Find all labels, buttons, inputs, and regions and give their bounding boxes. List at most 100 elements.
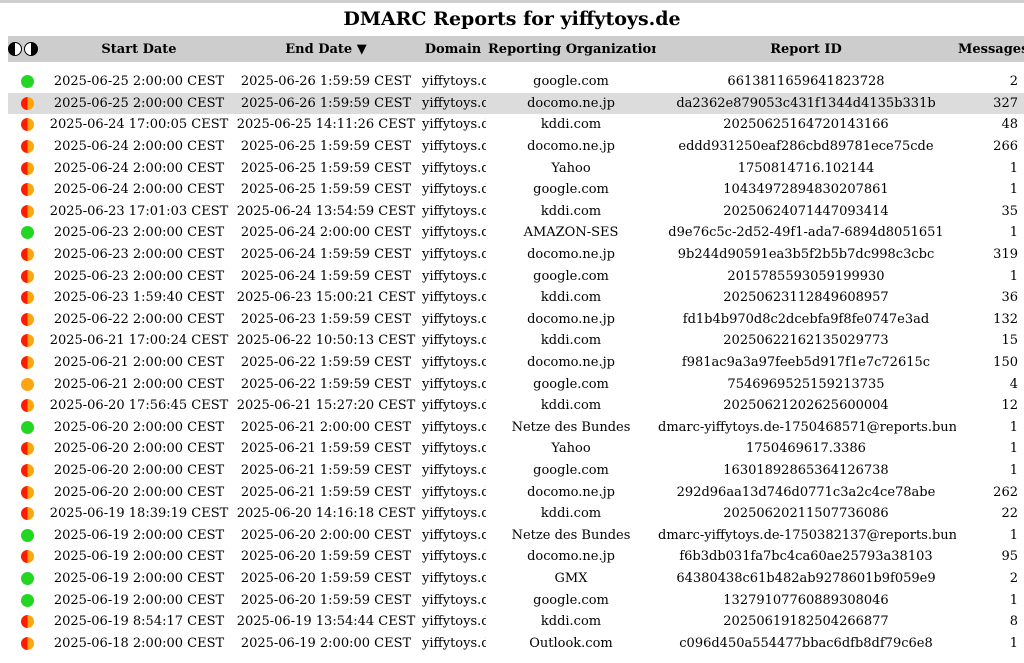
report-id-cell: c096d450a554477bbac6dfb8df79c6e8 <box>679 635 933 651</box>
table-row[interactable]: 2025-06-19 8:54:17 CEST 2025-06-19 13:54:… <box>8 611 1024 633</box>
domain-cell: yiffytoys.de <box>422 311 486 327</box>
reporting-org-cell: Yahoo <box>551 441 591 457</box>
status-cell <box>8 71 46 93</box>
messages-cell: 262 <box>993 484 1018 500</box>
table-row[interactable]: 2025-06-22 2:00:00 CEST 2025-06-23 1:59:5… <box>8 309 1024 331</box>
domain-cell: yiffytoys.de <box>422 614 486 630</box>
report-id-cell: 20250622162135029773 <box>723 333 889 349</box>
table-row[interactable]: 2025-06-20 2:00:00 CEST 2025-06-21 1:59:5… <box>8 438 1024 460</box>
messages-cell: 22 <box>1001 506 1018 522</box>
domain-cell: yiffytoys.de <box>422 247 486 263</box>
reporting-org-cell: google.com <box>533 182 609 198</box>
start-date-cell: 2025-06-18 2:00:00 CEST <box>53 635 225 651</box>
table-row[interactable]: 2025-06-19 2:00:00 CEST 2025-06-20 1:59:5… <box>8 546 1024 568</box>
table-row[interactable]: 2025-06-23 2:00:00 CEST 2025-06-24 2:00:0… <box>8 222 1024 244</box>
table-row[interactable]: 2025-06-23 2:00:00 CEST 2025-06-24 1:59:5… <box>8 244 1024 266</box>
table-row[interactable]: 2025-06-20 2:00:00 CEST 2025-06-21 1:59:5… <box>8 481 1024 503</box>
status-cell <box>8 589 46 611</box>
messages-cell: 15 <box>1001 333 1018 349</box>
start-date-column-header[interactable]: Start Date <box>46 36 232 62</box>
status-dot-icon <box>20 269 34 283</box>
messages-column-header[interactable]: Messages <box>956 36 1024 62</box>
report-id-cell: dmarc-yiffytoys.de-1750382137@reports.bu… <box>658 527 956 543</box>
end-date-cell: 2025-06-26 1:59:59 CEST <box>240 74 412 90</box>
status-dot-icon <box>20 550 34 564</box>
status-dot-icon <box>20 75 34 89</box>
start-date-cell: 2025-06-21 2:00:00 CEST <box>53 355 225 371</box>
table-row[interactable]: 2025-06-24 17:00:05 CEST 2025-06-25 14:11… <box>8 114 1024 136</box>
end-date-cell: 2025-06-19 13:54:44 CEST <box>236 614 416 630</box>
start-date-cell: 2025-06-22 2:00:00 CEST <box>53 311 225 327</box>
table-row[interactable]: 2025-06-24 2:00:00 CEST 2025-06-25 1:59:5… <box>8 179 1024 201</box>
status-dot-icon <box>20 377 34 391</box>
table-row[interactable]: 2025-06-25 2:00:00 CEST 2025-06-26 1:59:5… <box>8 92 1024 115</box>
messages-cell: 1 <box>1009 462 1018 478</box>
status-dot-icon <box>20 636 34 650</box>
status-column-header[interactable] <box>8 36 46 62</box>
start-date-cell: 2025-06-23 2:00:00 CEST <box>53 247 225 263</box>
table-row[interactable]: 2025-06-21 2:00:00 CEST 2025-06-22 1:59:5… <box>8 352 1024 374</box>
messages-cell: 1 <box>1009 225 1018 241</box>
table-row[interactable]: 2025-06-18 2:00:00 CEST 2025-06-19 2:00:0… <box>8 632 1024 654</box>
domain-cell: yiffytoys.de <box>422 462 486 478</box>
report-id-cell: 16301892865364126738 <box>723 462 889 478</box>
reporting-org-cell: docomo.ne.jp <box>527 484 615 500</box>
reporting-org-column-header[interactable]: Reporting Organization <box>486 36 656 62</box>
table-row[interactable]: 2025-06-20 2:00:00 CEST 2025-06-21 1:59:5… <box>8 460 1024 482</box>
domain-cell: yiffytoys.de <box>422 117 486 133</box>
end-date-cell: 2025-06-19 2:00:00 CEST <box>240 635 412 651</box>
report-id-cell: 64380438c61b482ab9278601b9f059e9 <box>676 570 936 586</box>
report-id-cell: 6613811659641823728 <box>727 74 885 90</box>
start-date-cell: 2025-06-24 2:00:00 CEST <box>53 160 225 176</box>
reporting-org-cell: google.com <box>533 268 609 284</box>
end-date-cell: 2025-06-24 13:54:59 CEST <box>236 203 416 219</box>
domain-cell: yiffytoys.de <box>422 484 486 500</box>
domain-column-header[interactable]: Domain <box>420 36 486 62</box>
messages-cell: 1 <box>1009 268 1018 284</box>
table-row[interactable]: 2025-06-23 2:00:00 CEST 2025-06-24 1:59:5… <box>8 265 1024 287</box>
table-row[interactable]: 2025-06-21 2:00:00 CEST 2025-06-22 1:59:5… <box>8 373 1024 395</box>
reports-table: Start Date End Date ▼ Domain Reporting O… <box>8 36 1024 654</box>
report-id-cell: f6b3db031fa7bc4ca60ae25793a38103 <box>679 549 933 565</box>
table-row[interactable]: 2025-06-19 2:00:00 CEST 2025-06-20 1:59:5… <box>8 589 1024 611</box>
report-id-cell: 9b244d90591ea3b5f2b5b7dc998c3cbc <box>677 247 935 263</box>
reporting-org-cell: google.com <box>533 592 609 608</box>
report-id-cell: 292d96aa13d746d0771c3a2c4ce78abe <box>676 484 936 500</box>
status-half-circle-icon <box>8 42 22 56</box>
end-date-cell: 2025-06-23 1:59:59 CEST <box>240 311 412 327</box>
end-date-column-header[interactable]: End Date ▼ <box>232 36 420 62</box>
messages-cell: 132 <box>993 311 1018 327</box>
status-dot-icon <box>20 183 34 197</box>
table-row[interactable]: 2025-06-23 1:59:40 CEST 2025-06-23 15:00:… <box>8 287 1024 309</box>
status-cell <box>8 330 46 352</box>
report-id-column-header[interactable]: Report ID <box>656 36 956 62</box>
start-date-cell: 2025-06-20 2:00:00 CEST <box>53 462 225 478</box>
domain-cell: yiffytoys.de <box>422 592 486 608</box>
domain-cell: yiffytoys.de <box>422 441 486 457</box>
end-date-cell: 2025-06-21 1:59:59 CEST <box>240 462 412 478</box>
end-date-cell: 2025-06-20 1:59:59 CEST <box>240 570 412 586</box>
table-row[interactable]: 2025-06-20 17:56:45 CEST 2025-06-21 15:27… <box>8 395 1024 417</box>
domain-cell: yiffytoys.de <box>422 549 486 565</box>
table-row[interactable]: 2025-06-23 17:01:03 CEST 2025-06-24 13:54… <box>8 201 1024 223</box>
report-id-cell: 20250619182504266877 <box>723 614 889 630</box>
domain-cell: yiffytoys.de <box>422 182 486 198</box>
table-row[interactable]: 2025-06-19 2:00:00 CEST 2025-06-20 1:59:5… <box>8 568 1024 590</box>
domain-cell: yiffytoys.de <box>422 139 486 155</box>
table-row[interactable]: 2025-06-19 2:00:00 CEST 2025-06-20 2:00:0… <box>8 524 1024 546</box>
start-date-cell: 2025-06-24 2:00:00 CEST <box>53 139 225 155</box>
table-row[interactable]: 2025-06-25 2:00:00 CEST 2025-06-26 1:59:5… <box>8 71 1024 93</box>
table-row[interactable]: 2025-06-19 18:39:19 CEST 2025-06-20 14:16… <box>8 503 1024 525</box>
table-row[interactable]: 2025-06-21 17:00:24 CEST 2025-06-22 10:50… <box>8 330 1024 352</box>
table-row[interactable]: 2025-06-24 2:00:00 CEST 2025-06-25 1:59:5… <box>8 136 1024 158</box>
table-row[interactable]: 2025-06-20 2:00:00 CEST 2025-06-21 2:00:0… <box>8 417 1024 439</box>
messages-cell: 2 <box>1009 570 1018 586</box>
reporting-org-cell: Netze des Bundes <box>511 527 631 543</box>
table-row[interactable]: 2025-06-24 2:00:00 CEST 2025-06-25 1:59:5… <box>8 157 1024 179</box>
end-date-cell: 2025-06-23 15:00:21 CEST <box>236 290 416 306</box>
messages-cell: 36 <box>1001 290 1018 306</box>
report-id-cell: dmarc-yiffytoys.de-1750468571@reports.bu… <box>658 419 956 435</box>
status-dot-icon <box>20 615 34 629</box>
status-dot-icon <box>20 334 34 348</box>
end-date-cell: 2025-06-24 2:00:00 CEST <box>240 225 412 241</box>
